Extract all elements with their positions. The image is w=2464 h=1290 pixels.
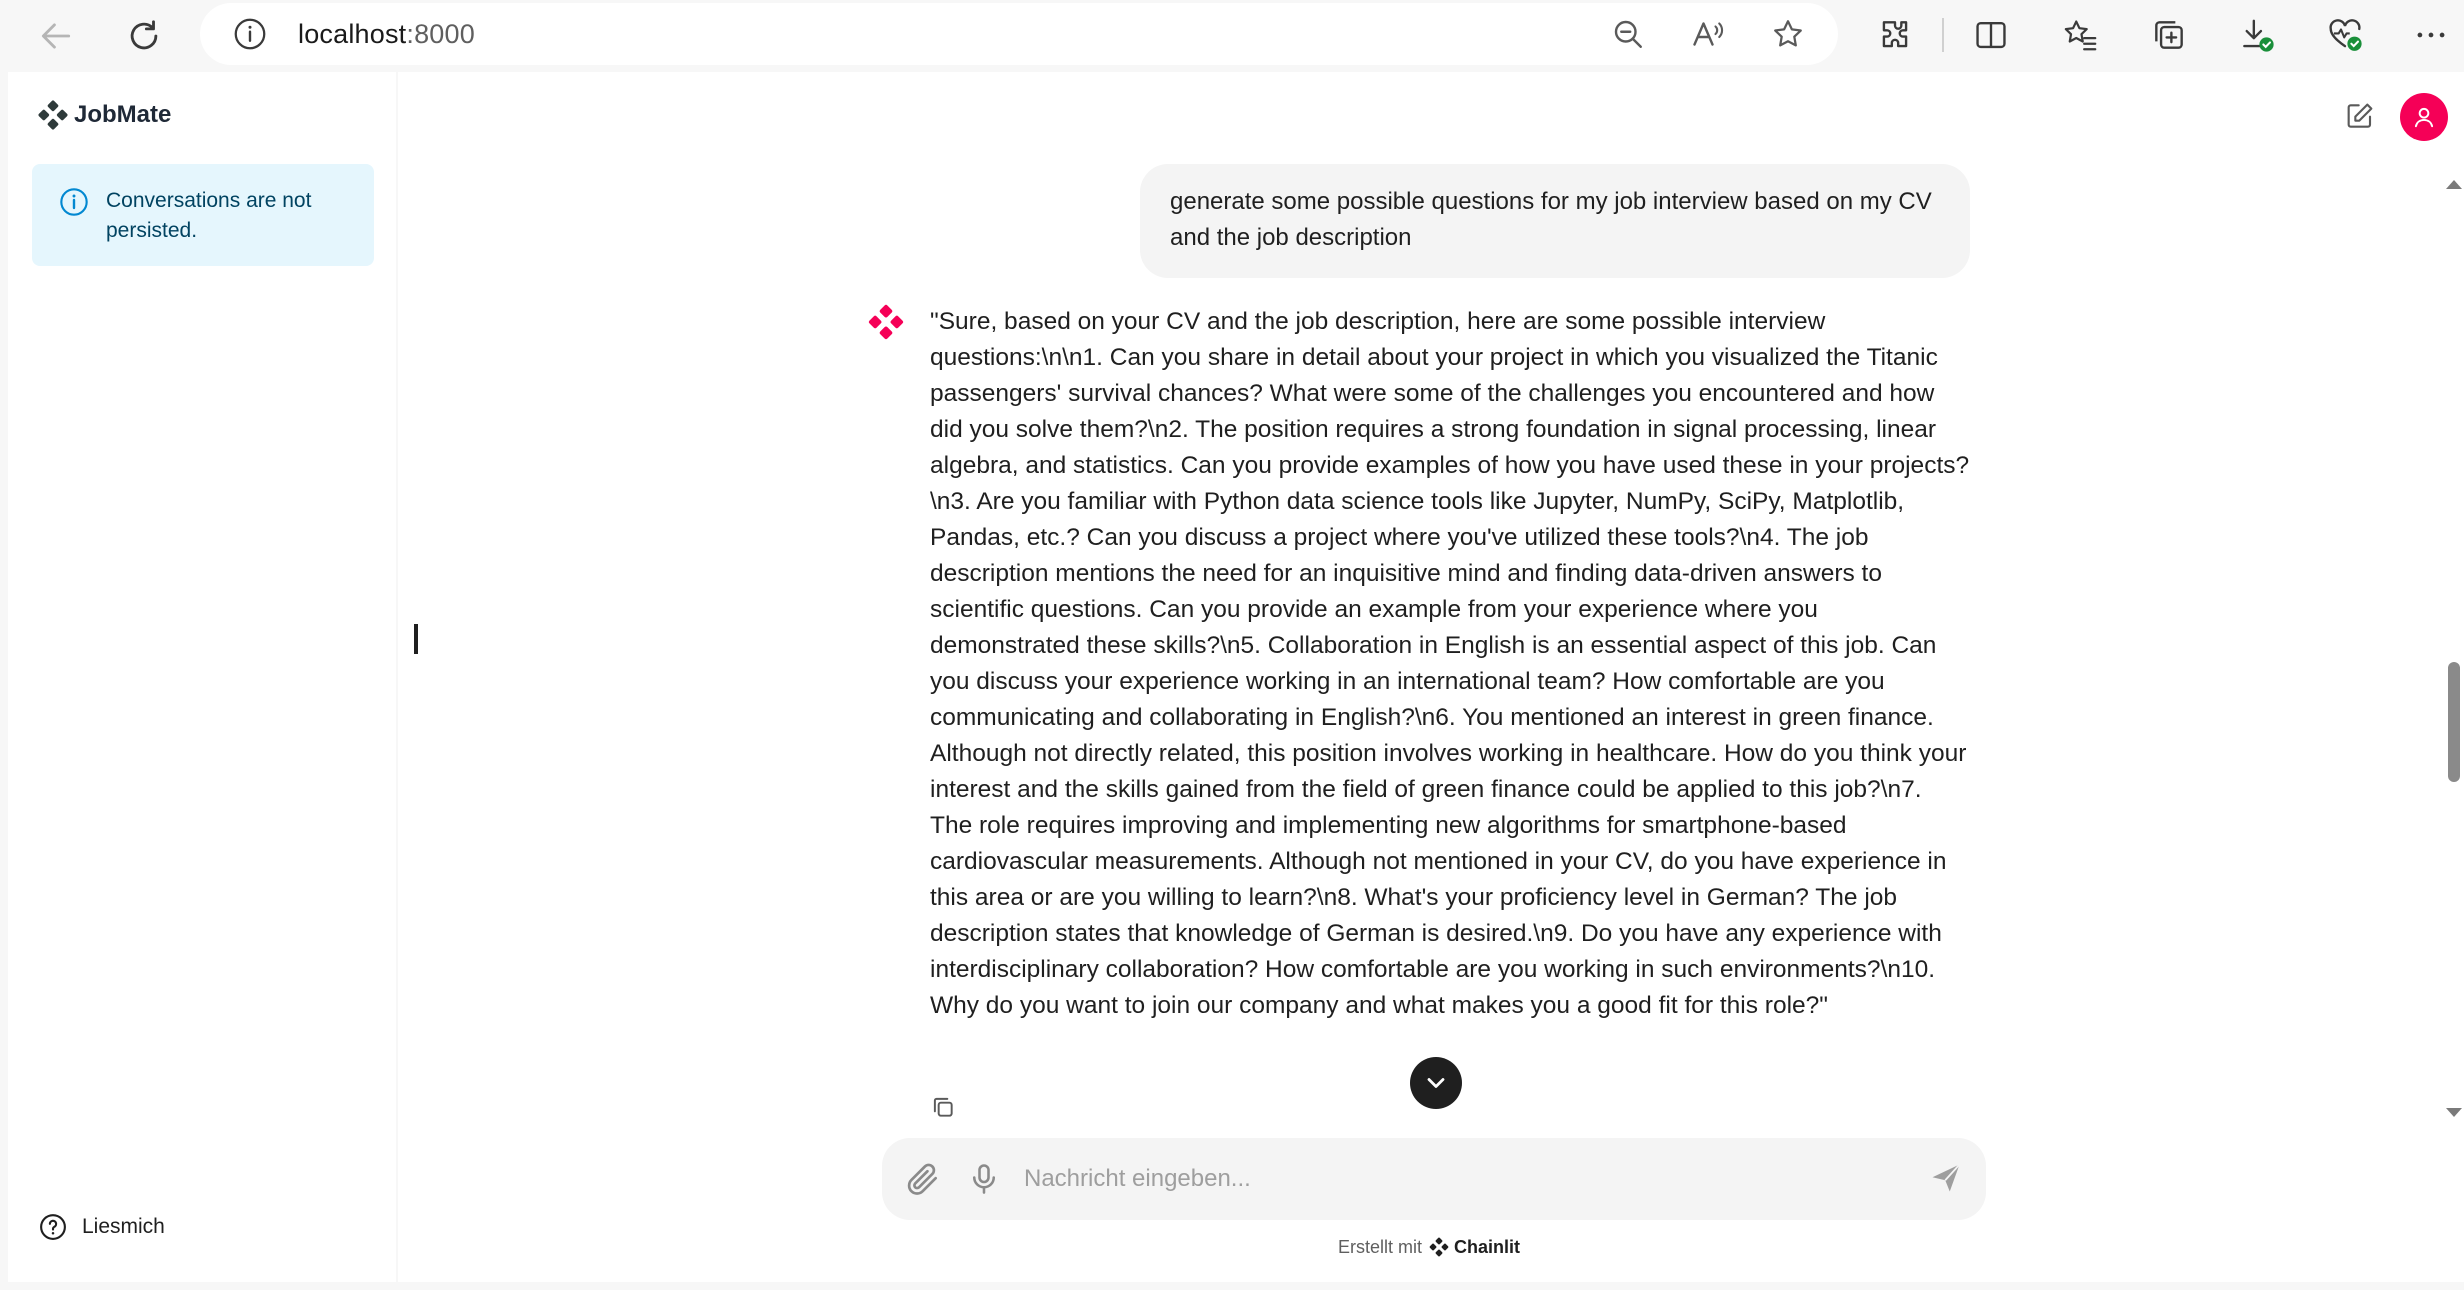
split-screen-icon[interactable] [1972, 16, 2010, 54]
app-logo[interactable]: JobMate [36, 98, 171, 132]
footer-brand: Chainlit [1454, 1236, 1521, 1257]
read-aloud-icon[interactable] [1690, 16, 1726, 52]
assistant-message: "Sure, based on your CV and the job desc… [930, 308, 1970, 1019]
text-cursor [414, 624, 418, 654]
footer-prefix: Erstellt mit [1338, 1236, 1423, 1257]
notice-banner: Conversations are not persisted. [32, 164, 374, 266]
url-host: localhost [298, 19, 407, 49]
zoom-out-icon[interactable] [1610, 16, 1646, 52]
sidebar: JobMate Conversations are not persisted.… [8, 72, 396, 1282]
scrollbar-down-arrow[interactable] [2446, 1108, 2462, 1117]
favorites-icon[interactable] [2062, 16, 2100, 54]
back-arrow-icon[interactable] [32, 12, 80, 60]
info-icon [60, 188, 88, 216]
collections-icon[interactable] [2150, 16, 2188, 54]
url-text[interactable]: localhost:8000 [298, 19, 475, 50]
browser-toolbar: localhost:8000 [0, 0, 2464, 72]
app-name: JobMate [74, 101, 172, 128]
chainlit-logo-icon [1429, 1237, 1449, 1257]
scroll-to-bottom-button[interactable] [1410, 1057, 1462, 1109]
toolbar-separator [1942, 18, 1944, 52]
downloads-icon[interactable] [2238, 16, 2276, 54]
user-message: generate some possible questions for my … [1140, 164, 1970, 278]
edit-icon[interactable] [2344, 100, 2376, 132]
notice-text: Conversations are not persisted. [106, 189, 312, 242]
favorite-star-icon[interactable] [1770, 16, 1806, 52]
microphone-icon[interactable] [966, 1160, 1002, 1198]
user-icon [2414, 107, 2434, 128]
paperclip-icon[interactable] [904, 1160, 942, 1198]
address-bar[interactable]: localhost:8000 [200, 3, 1838, 65]
chevron-down-icon [1427, 1078, 1445, 1088]
bot-avatar-icon [868, 304, 904, 340]
url-port: :8000 [406, 19, 475, 49]
message-composer [882, 1138, 1986, 1220]
copy-icon[interactable] [930, 1094, 956, 1120]
user-avatar-button[interactable] [2400, 93, 2448, 141]
scrollbar-thumb[interactable] [2448, 662, 2460, 782]
browser-essentials-icon[interactable] [2326, 16, 2364, 54]
refresh-icon[interactable] [120, 12, 168, 60]
built-with-footer[interactable]: Erstellt mit Chainlit [1338, 1236, 1520, 1258]
help-circle-icon [40, 1214, 66, 1240]
send-icon[interactable] [1928, 1160, 1964, 1196]
message-input[interactable] [1024, 1158, 1904, 1200]
info-icon[interactable] [232, 16, 268, 52]
extensions-icon[interactable] [1876, 16, 1914, 54]
chainlit-logo-icon [38, 100, 68, 130]
readme-label: Liesmich [82, 1215, 165, 1238]
readme-button[interactable]: Liesmich [38, 1212, 165, 1242]
more-icon[interactable] [2412, 16, 2450, 54]
scrollbar-up-arrow[interactable] [2446, 180, 2462, 189]
chat-main: generate some possible questions for my … [398, 72, 2464, 1282]
